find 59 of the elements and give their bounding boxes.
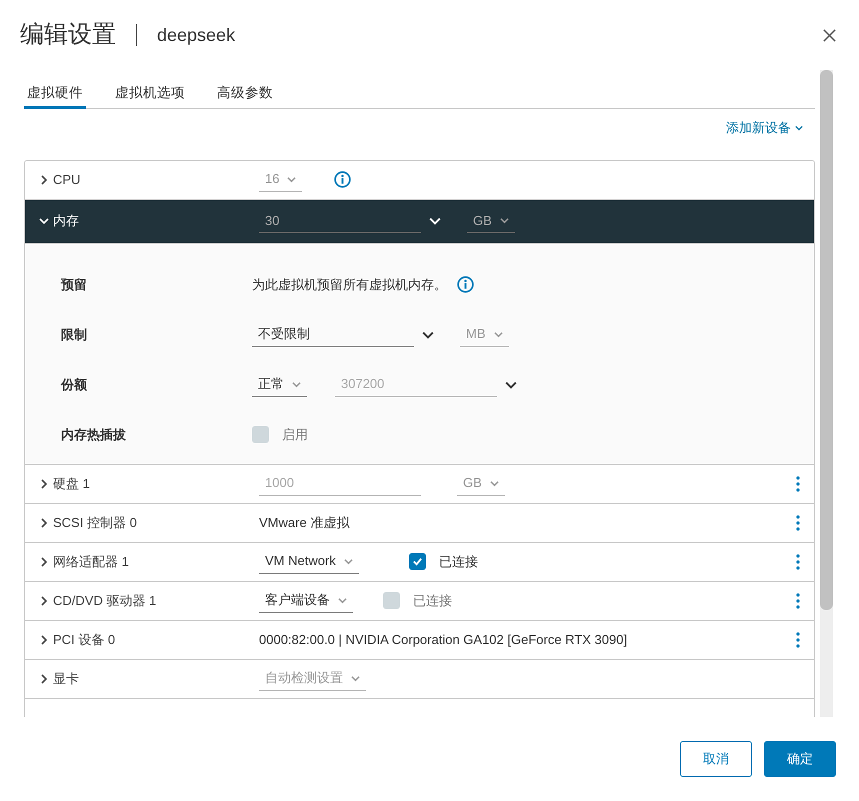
caret-icon	[500, 216, 509, 225]
checkbox[interactable]	[408, 553, 426, 570]
more-icon[interactable]	[796, 632, 800, 648]
info-icon[interactable]	[457, 276, 474, 293]
caret-icon	[292, 380, 301, 388]
device-label: 显卡	[53, 670, 79, 688]
caret-icon[interactable]	[429, 215, 441, 227]
more-icon[interactable]	[796, 592, 800, 608]
chevron-icon[interactable]	[39, 518, 49, 528]
checkbox-label: 已连接	[413, 592, 452, 610]
tab[interactable]: 虚拟机选项	[112, 74, 188, 109]
close-icon[interactable]	[822, 28, 837, 42]
cancel-button[interactable]: 取消	[680, 741, 752, 777]
chevron-icon[interactable]	[39, 634, 49, 644]
caret-icon	[287, 174, 296, 184]
dropdown[interactable]: VM Network	[259, 549, 359, 574]
chevron-icon[interactable]	[39, 478, 49, 488]
checkbox-label: 启用	[282, 426, 308, 444]
field-label: 份额	[61, 376, 88, 394]
chevron-icon[interactable]	[39, 674, 49, 684]
value-text: 0000:82:00.0 | NVIDIA Corporation GA102 [GeForce RTX 3090]	[259, 630, 628, 649]
device-label: 硬盘 1	[53, 474, 90, 493]
chevron-icon[interactable]	[39, 596, 49, 606]
caret-icon	[351, 674, 360, 682]
device-label: CPU	[53, 170, 80, 189]
field-label: 限制	[61, 326, 88, 344]
tab[interactable]: 虚拟硬件	[24, 74, 86, 109]
input-field[interactable]: 不受限制	[252, 322, 414, 347]
vm-name: deepseek	[157, 24, 236, 47]
chevron-icon[interactable]	[39, 216, 49, 226]
field-label: 预留	[61, 276, 88, 294]
field-label: 内存热插拔	[61, 426, 127, 444]
scrollbar[interactable]	[820, 70, 833, 717]
dialog-title: 编辑设置	[20, 20, 116, 50]
value-text: 为此虚拟机预留所有虚拟机内存。	[252, 276, 447, 294]
caret-icon	[795, 124, 803, 132]
value-text: VMware 准虚拟	[259, 514, 350, 532]
check-icon	[412, 556, 423, 567]
device-label: PCI 设备 0	[53, 630, 116, 649]
tab[interactable]: 高级参数	[214, 74, 276, 109]
chevron-icon[interactable]	[39, 174, 49, 184]
device-label: 内存	[53, 212, 79, 230]
dropdown[interactable]: 正常	[252, 372, 307, 397]
more-icon[interactable]	[796, 476, 800, 492]
more-icon[interactable]	[796, 554, 800, 570]
caret-icon	[344, 556, 353, 566]
device-label: CD/DVD 驱动器 1	[53, 592, 156, 610]
confirm-button[interactable]: 确定	[764, 741, 836, 777]
checkbox-label: 已连接	[438, 552, 478, 571]
more-icon[interactable]	[796, 514, 800, 530]
dropdown[interactable]: 客户端设备	[259, 588, 353, 613]
info-icon[interactable]	[334, 171, 352, 188]
caret-icon	[494, 330, 502, 338]
add-device-link[interactable]: 添加新设备	[726, 118, 803, 138]
device-label: SCSI 控制器 0	[53, 514, 137, 532]
caret-icon	[338, 596, 347, 604]
caret-icon	[490, 478, 499, 488]
chevron-icon[interactable]	[39, 556, 49, 566]
device-label: 网络适配器 1	[53, 552, 129, 571]
